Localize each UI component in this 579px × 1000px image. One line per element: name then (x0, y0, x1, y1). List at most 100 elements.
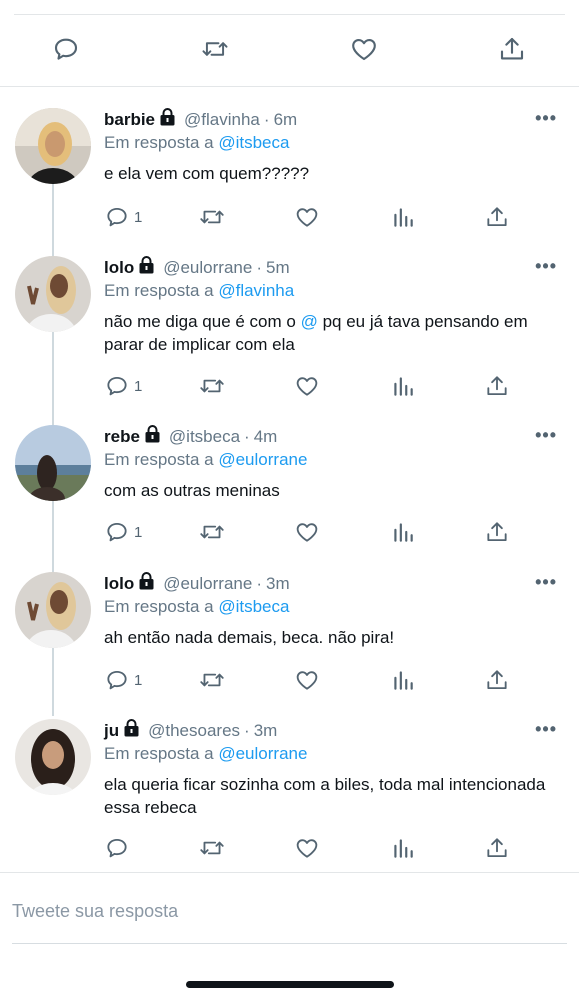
top-divider (14, 14, 565, 15)
user-handle[interactable]: @flavinha (184, 109, 260, 131)
mention-link[interactable]: @itsbeca (218, 597, 289, 616)
retweet-button[interactable] (198, 667, 226, 693)
reply-tweet: lolo @eulorrane · 5m ••• Em resposta a @… (0, 256, 579, 406)
heart-icon (296, 377, 318, 396)
more-options-icon[interactable]: ••• (535, 109, 557, 127)
avatar[interactable] (15, 108, 91, 184)
retweet-button[interactable] (198, 835, 226, 861)
separator-dot: · (263, 110, 270, 129)
reply-compose-input[interactable] (12, 896, 552, 926)
heart-icon (296, 523, 318, 542)
more-options-icon[interactable]: ••• (535, 257, 557, 275)
like-button[interactable] (294, 835, 320, 861)
mention-link[interactable]: @itsbeca (218, 133, 289, 152)
inline-mention[interactable]: @ (301, 312, 318, 331)
tweet-text-part: não me diga que é com o (104, 312, 301, 331)
more-options-icon[interactable]: ••• (535, 720, 557, 738)
retweet-button[interactable] (198, 519, 226, 545)
reply-icon (107, 522, 127, 542)
main-retweet-button[interactable] (200, 34, 230, 64)
like-button[interactable] (294, 204, 320, 230)
mention-link[interactable]: @flavinha (218, 281, 294, 300)
share-button[interactable] (484, 204, 510, 230)
analytics-button[interactable] (390, 519, 416, 545)
retweet-icon (200, 210, 224, 224)
user-handle[interactable]: @eulorrane (163, 257, 252, 279)
replying-to-label: Em resposta a (104, 281, 214, 300)
like-button[interactable] (294, 373, 320, 399)
lock-icon (159, 108, 176, 132)
like-button[interactable] (294, 667, 320, 693)
display-name[interactable]: barbie (104, 109, 155, 131)
reply-button[interactable]: 1 (104, 667, 142, 693)
retweet-button[interactable] (198, 204, 226, 230)
reply-icon (107, 376, 127, 396)
reply-count: 1 (134, 208, 143, 226)
avatar-photo (15, 572, 91, 648)
tweet-actions: 1 (104, 667, 579, 693)
share-icon (500, 37, 524, 60)
tweet-actions (104, 835, 579, 861)
retweet-button[interactable] (198, 373, 226, 399)
analytics-button[interactable] (390, 667, 416, 693)
like-button[interactable] (294, 519, 320, 545)
user-handle[interactable]: @itsbeca (169, 426, 240, 448)
section-divider (0, 86, 579, 87)
avatar[interactable] (15, 256, 91, 332)
analytics-icon (394, 523, 413, 542)
mention-link[interactable]: @eulorrane (218, 450, 307, 469)
more-options-icon[interactable]: ••• (535, 573, 557, 591)
avatar[interactable] (15, 719, 91, 795)
main-share-button[interactable] (497, 34, 527, 64)
reply-button[interactable]: 1 (104, 204, 142, 230)
replying-to: Em resposta a @flavinha (104, 280, 294, 302)
analytics-icon (394, 208, 413, 227)
analytics-button[interactable] (390, 835, 416, 861)
avatar-photo (15, 256, 91, 332)
share-button[interactable] (484, 519, 510, 545)
share-icon (487, 670, 507, 690)
lock-icon (144, 425, 161, 449)
display-name[interactable]: lolo (104, 573, 134, 595)
reply-button[interactable]: 1 (104, 373, 142, 399)
analytics-button[interactable] (390, 204, 416, 230)
user-handle[interactable]: @eulorrane (163, 573, 252, 595)
timestamp[interactable]: 5m (266, 257, 290, 279)
reply-count: 1 (134, 377, 143, 395)
replying-to-label: Em resposta a (104, 597, 214, 616)
reply-icon (107, 838, 127, 858)
reply-tweet: lolo @eulorrane · 3m ••• Em resposta a @… (0, 572, 579, 702)
main-tweet-actions (0, 26, 579, 72)
avatar[interactable] (15, 425, 91, 501)
timestamp[interactable]: 6m (274, 109, 298, 131)
retweet-icon (200, 841, 224, 855)
retweet-icon (200, 673, 224, 687)
display-name[interactable]: rebe (104, 426, 140, 448)
timestamp[interactable]: 3m (254, 720, 278, 742)
tweet-actions: 1 (104, 519, 579, 545)
home-indicator[interactable] (186, 981, 394, 988)
analytics-icon (394, 839, 413, 858)
reply-button[interactable] (104, 835, 134, 861)
share-button[interactable] (484, 835, 510, 861)
main-like-button[interactable] (349, 34, 379, 64)
timestamp[interactable]: 4m (254, 426, 278, 448)
main-reply-button[interactable] (51, 34, 81, 64)
timestamp[interactable]: 3m (266, 573, 290, 595)
reply-button[interactable]: 1 (104, 519, 142, 545)
retweet-icon (202, 42, 228, 56)
analytics-button[interactable] (390, 373, 416, 399)
share-button[interactable] (484, 667, 510, 693)
display-name[interactable]: lolo (104, 257, 134, 279)
avatar[interactable] (15, 572, 91, 648)
reply-icon (107, 670, 127, 690)
replying-to: Em resposta a @itsbeca (104, 132, 289, 154)
mention-link[interactable]: @eulorrane (218, 744, 307, 763)
lock-icon (138, 256, 155, 280)
display-name[interactable]: ju (104, 720, 119, 742)
reply-tweet: barbie @flavinha · 6m ••• Em resposta a … (0, 108, 579, 248)
user-handle[interactable]: @thesoares (148, 720, 240, 742)
share-button[interactable] (484, 373, 510, 399)
more-options-icon[interactable]: ••• (535, 426, 557, 444)
analytics-icon (394, 377, 413, 396)
